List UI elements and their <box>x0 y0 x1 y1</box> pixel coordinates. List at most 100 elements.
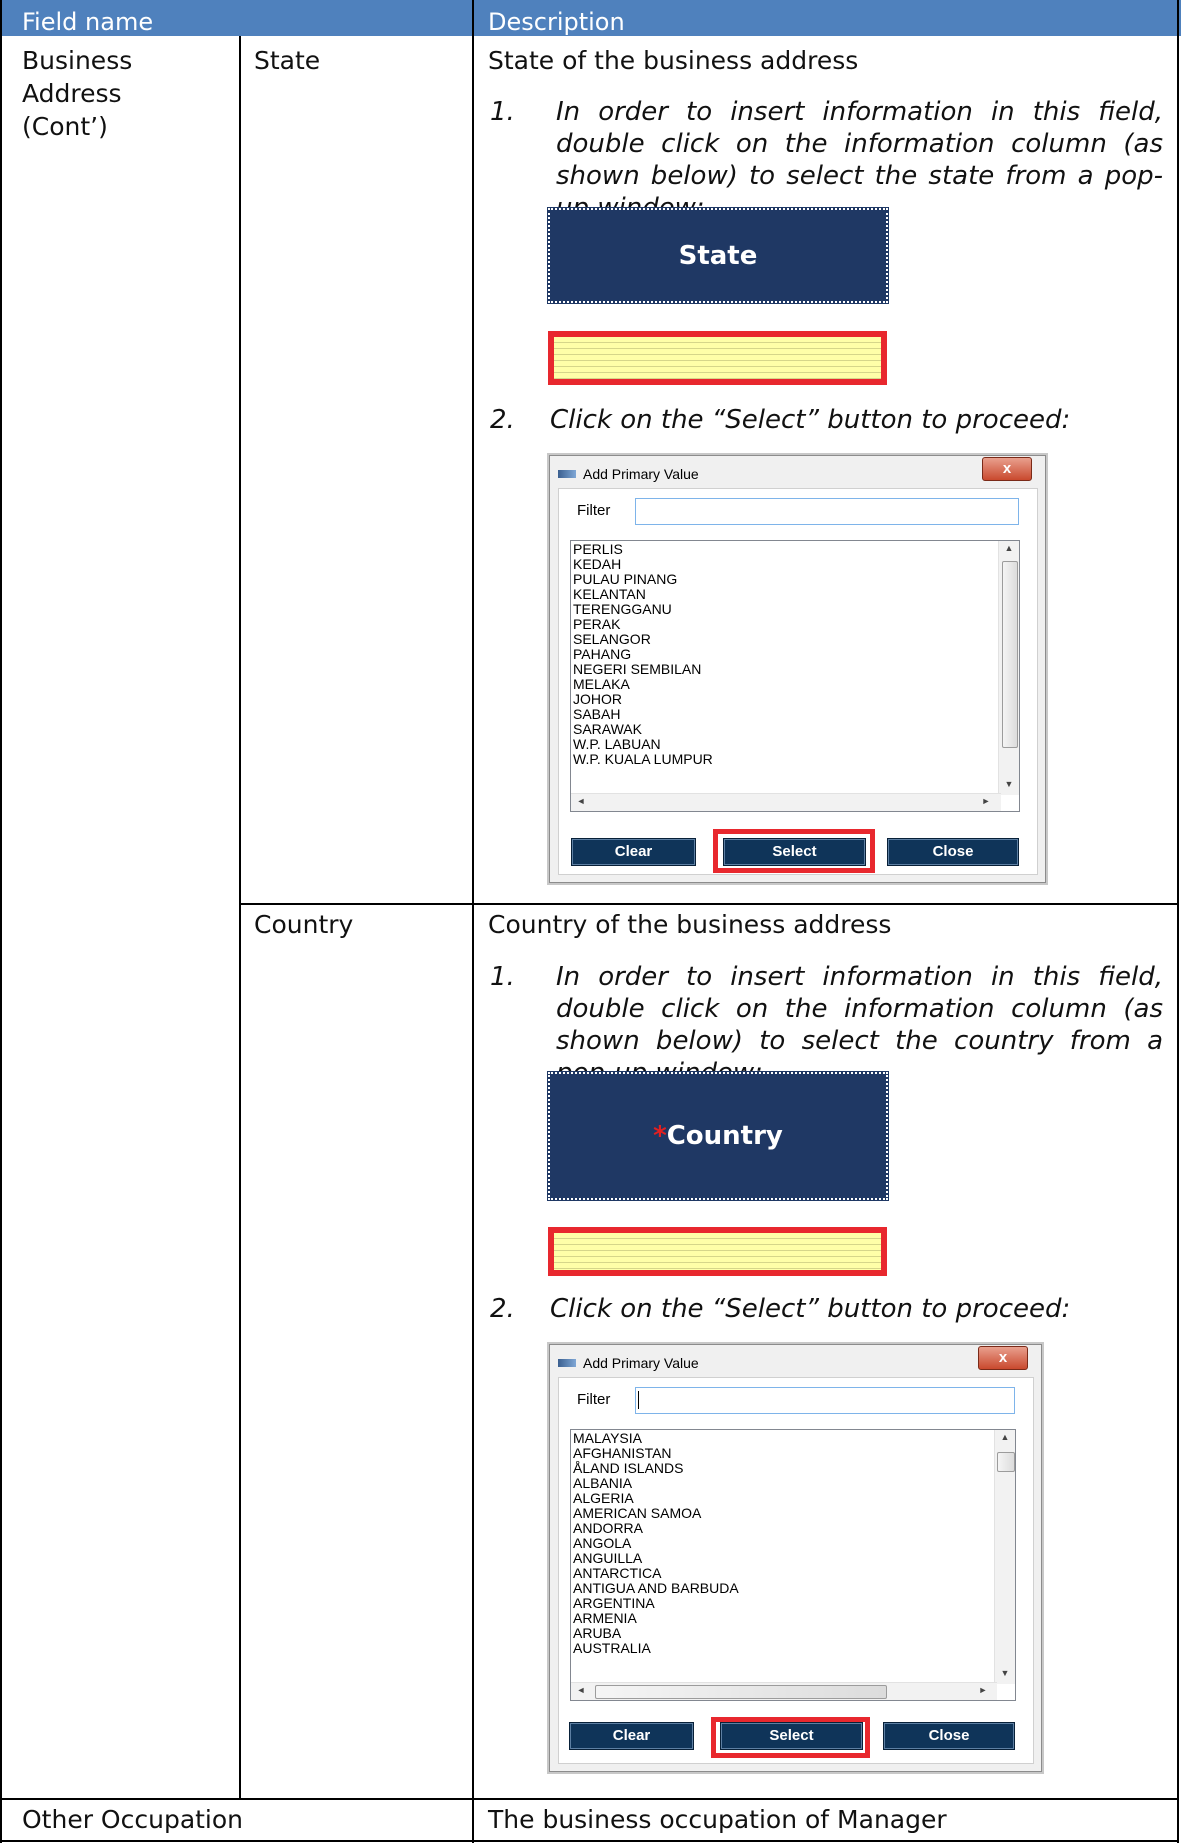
down-arrow-icon[interactable]: ▼ <box>995 1668 1015 1678</box>
list-item[interactable]: ÅLAND ISLANDS <box>573 1461 739 1476</box>
app-icon <box>558 470 576 478</box>
dialog-title: Add Primary Value <box>558 1355 699 1371</box>
filter-input[interactable] <box>635 498 1019 525</box>
vertical-scrollbar[interactable]: ▲ ▼ <box>994 1430 1015 1684</box>
country-step2-text: Click on the “Select” button to proceed: <box>550 1294 1071 1324</box>
country-list-items: MALAYSIA AFGHANISTAN ÅLAND ISLANDS ALBANIA A… <box>573 1431 739 1656</box>
list-item[interactable]: SELANGOR <box>573 632 713 647</box>
close-button[interactable]: Close <box>883 1722 1015 1750</box>
filter-input[interactable] <box>635 1387 1015 1414</box>
state-step2-number: 2. <box>490 405 515 435</box>
subfield-state: State <box>254 46 321 75</box>
state-information-column[interactable] <box>548 331 887 385</box>
row-divider-other-occupation <box>0 1798 1179 1800</box>
state-step2-text: Click on the “Select” button to proceed: <box>550 405 1071 435</box>
state-add-primary-value-dialog: Add Primary Value x Filter PERLIS KEDAH PU… <box>549 455 1046 883</box>
close-button[interactable]: Close <box>887 838 1019 866</box>
field-name-other-occupation: Other Occupation <box>22 1805 244 1834</box>
list-item[interactable]: PULAU PINANG <box>573 572 713 587</box>
select-button[interactable]: Select <box>720 1722 863 1750</box>
select-button[interactable]: Select <box>723 838 866 866</box>
list-item[interactable]: ANGUILLA <box>573 1551 739 1566</box>
list-item[interactable]: ARUBA <box>573 1626 739 1641</box>
list-item[interactable]: TERENGGANU <box>573 602 713 617</box>
country-information-column[interactable] <box>548 1227 887 1276</box>
list-item[interactable]: ANDORRA <box>573 1521 739 1536</box>
dialog-title-text: Add Primary Value <box>583 1355 699 1371</box>
filter-label: Filter <box>577 1391 611 1408</box>
list-item[interactable]: ARMENIA <box>573 1611 739 1626</box>
divider-field-subfield <box>239 36 241 1800</box>
list-item[interactable]: PAHANG <box>573 647 713 662</box>
list-item[interactable]: ANGOLA <box>573 1536 739 1551</box>
list-item[interactable]: PERLIS <box>573 542 713 557</box>
country-add-primary-value-dialog: Add Primary Value x Filter MALAYSIA AFGHA… <box>549 1344 1042 1772</box>
left-arrow-icon[interactable]: ◄ <box>571 796 591 806</box>
list-item[interactable]: PERAK <box>573 617 713 632</box>
app-icon <box>558 1359 576 1367</box>
close-icon[interactable]: x <box>982 457 1032 481</box>
state-step1-text: In order to insert information in this f… <box>556 97 1163 223</box>
country-step1-text: In order to insert information in this f… <box>556 962 1163 1088</box>
up-arrow-icon[interactable]: ▲ <box>995 1432 1015 1442</box>
list-item[interactable]: AMERICAN SAMOA <box>573 1506 739 1521</box>
clear-button[interactable]: Clear <box>569 1722 694 1750</box>
horizontal-scrollbar-thumb[interactable] <box>595 1685 887 1699</box>
country-step1-number: 1. <box>490 962 515 992</box>
list-item[interactable]: AUSTRALIA <box>573 1641 739 1656</box>
list-item[interactable]: KELANTAN <box>573 587 713 602</box>
list-item[interactable]: JOHOR <box>573 692 713 707</box>
scrollbar-thumb[interactable] <box>1002 561 1018 748</box>
state-list[interactable]: PERLIS KEDAH PULAU PINANG KELANTAN TERENGGAN… <box>570 540 1020 812</box>
subfield-country: Country <box>254 910 354 939</box>
right-arrow-icon[interactable]: ► <box>976 796 996 806</box>
field-name-business-address: Business Address (Cont’) <box>22 46 133 141</box>
left-arrow-icon[interactable]: ◄ <box>571 1685 591 1695</box>
list-item[interactable]: SABAH <box>573 707 713 722</box>
list-item[interactable]: MALAYSIA <box>573 1431 739 1446</box>
country-column-header-box[interactable]: * Country <box>547 1071 889 1201</box>
dialog-title-text: Add Primary Value <box>583 466 699 482</box>
state-list-items: PERLIS KEDAH PULAU PINANG KELANTAN TERENGGAN… <box>573 542 713 767</box>
list-item[interactable]: ANTARCTICA <box>573 1566 739 1581</box>
list-item[interactable]: MELAKA <box>573 677 713 692</box>
country-list[interactable]: MALAYSIA AFGHANISTAN ÅLAND ISLANDS ALBANIA A… <box>570 1429 1016 1701</box>
filter-label: Filter <box>577 502 611 519</box>
divider-description <box>472 0 474 1843</box>
required-asterisk: * <box>653 1121 667 1151</box>
list-item[interactable]: ARGENTINA <box>573 1596 739 1611</box>
state-description: State of the business address <box>488 46 859 75</box>
clear-button[interactable]: Clear <box>571 838 696 866</box>
table-border-right <box>1177 0 1179 1843</box>
country-column-header-label: Country <box>666 1121 783 1151</box>
other-occupation-description: The business occupation of Manager <box>488 1805 947 1834</box>
header-field-name: Field name <box>22 8 154 36</box>
table-border-left <box>0 0 2 1843</box>
text-caret <box>638 1391 639 1409</box>
horizontal-scrollbar[interactable]: ◄ ► <box>571 1682 997 1700</box>
table-border-bottom <box>0 1840 1179 1842</box>
horizontal-scrollbar[interactable]: ◄ ► <box>571 793 1001 811</box>
right-arrow-icon[interactable]: ► <box>973 1685 993 1695</box>
state-step1-number: 1. <box>490 97 515 127</box>
list-item[interactable]: SARAWAK <box>573 722 713 737</box>
list-item[interactable]: ALBANIA <box>573 1476 739 1491</box>
dialog-title: Add Primary Value <box>558 466 699 482</box>
scrollbar-thumb[interactable] <box>997 1452 1015 1472</box>
list-item[interactable]: ANTIGUA AND BARBUDA <box>573 1581 739 1596</box>
list-item[interactable]: AFGHANISTAN <box>573 1446 739 1461</box>
list-item[interactable]: W.P. LABUAN <box>573 737 713 752</box>
list-item[interactable]: W.P. KUALA LUMPUR <box>573 752 713 767</box>
vertical-scrollbar[interactable]: ▲ ▼ <box>998 541 1019 795</box>
list-item[interactable]: NEGERI SEMBILAN <box>573 662 713 677</box>
list-item[interactable]: ALGERIA <box>573 1491 739 1506</box>
down-arrow-icon[interactable]: ▼ <box>999 779 1019 789</box>
close-icon[interactable]: x <box>978 1346 1028 1370</box>
state-column-header-box[interactable]: State <box>547 207 889 304</box>
up-arrow-icon[interactable]: ▲ <box>999 543 1019 553</box>
list-item[interactable]: KEDAH <box>573 557 713 572</box>
state-column-header-label: State <box>678 240 758 271</box>
header-description: Description <box>488 8 625 36</box>
row-divider-state-country <box>239 903 1179 905</box>
country-step2-number: 2. <box>490 1294 515 1324</box>
